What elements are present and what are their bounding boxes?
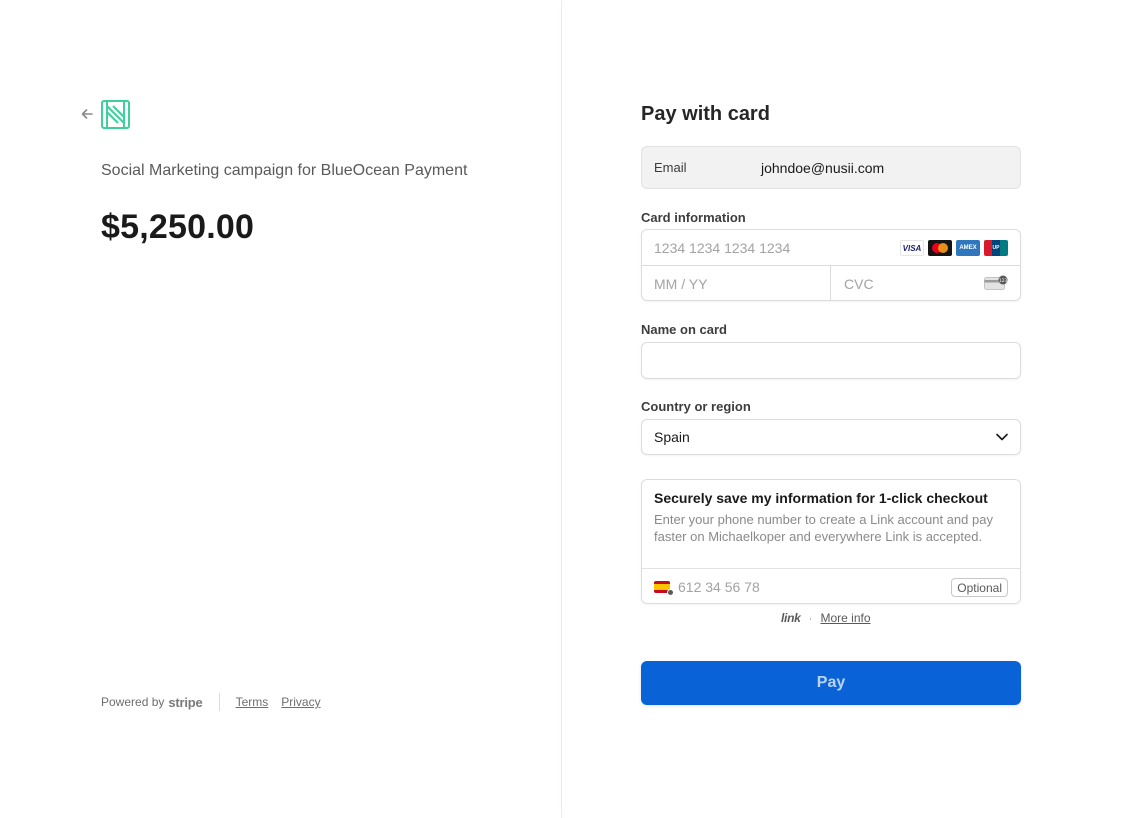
product-title: Social Marketing campaign for BlueOcean … — [101, 162, 468, 179]
cvc-input[interactable]: CVC 123 — [832, 266, 1020, 301]
name-on-card-label: Name on card — [641, 322, 727, 337]
unionpay-icon: UP — [984, 240, 1008, 256]
country-value: Spain — [654, 429, 690, 445]
terms-link[interactable]: Terms — [236, 695, 269, 709]
product-price: $5,250.00 — [101, 208, 255, 246]
country-select[interactable]: Spain — [641, 419, 1021, 455]
separator-dot: · — [808, 611, 813, 625]
phone-placeholder[interactable]: 612 34 56 78 — [678, 579, 760, 595]
expiry-placeholder: MM / YY — [654, 275, 708, 292]
email-label: Email — [654, 160, 687, 175]
powered-by-stripe[interactable]: Powered by stripe — [101, 695, 203, 710]
card-information-label: Card information — [641, 210, 746, 225]
country-label: Country or region — [641, 399, 751, 414]
cvc-placeholder: CVC — [844, 275, 874, 292]
svg-text:123: 123 — [999, 278, 1008, 284]
link-footer: link · More info — [781, 611, 871, 625]
chevron-down-icon — [996, 433, 1008, 441]
email-field[interactable]: Email johndoe@nusii.com — [641, 146, 1021, 189]
mastercard-icon — [928, 240, 952, 256]
stripe-logo: stripe — [168, 694, 203, 710]
form-heading: Pay with card — [641, 103, 770, 125]
amex-icon: AMEX — [956, 240, 980, 256]
footer-divider — [218, 693, 220, 711]
pay-button-label: Pay — [816, 674, 846, 691]
card-number-placeholder: 1234 1234 1234 1234 — [654, 239, 791, 256]
link-save-title: Securely save my information for 1-click… — [654, 490, 988, 506]
link-logo-icon: link — [781, 611, 801, 625]
back-arrow-icon[interactable] — [79, 106, 95, 122]
country-code-dropdown-icon[interactable] — [667, 589, 674, 596]
name-on-card-input[interactable] — [641, 342, 1021, 379]
more-info-link[interactable]: More info — [820, 611, 870, 625]
merchant-logo-icon[interactable] — [101, 100, 130, 129]
page-footer: Powered by stripe Terms Privacy — [101, 692, 334, 712]
optional-badge: Optional — [951, 578, 1008, 597]
visa-icon: VISA — [900, 240, 924, 256]
privacy-link[interactable]: Privacy — [281, 695, 320, 709]
cvc-card-icon: 123 — [984, 275, 1008, 291]
link-save-info-box: Securely save my information for 1-click… — [641, 479, 1021, 604]
card-brands: VISA AMEX UP — [900, 240, 1008, 256]
link-save-description: Enter your phone number to create a Link… — [654, 512, 993, 544]
powered-by-label: Powered by — [101, 695, 165, 709]
phone-input-row[interactable]: 612 34 56 78 Optional — [642, 568, 1020, 604]
pay-button[interactable]: Pay — [641, 661, 1021, 705]
card-information-group: 1234 1234 1234 1234 VISA AMEX UP MM / YY… — [641, 229, 1021, 301]
expiry-input[interactable]: MM / YY — [642, 266, 831, 301]
email-value: johndoe@nusii.com — [761, 159, 885, 176]
